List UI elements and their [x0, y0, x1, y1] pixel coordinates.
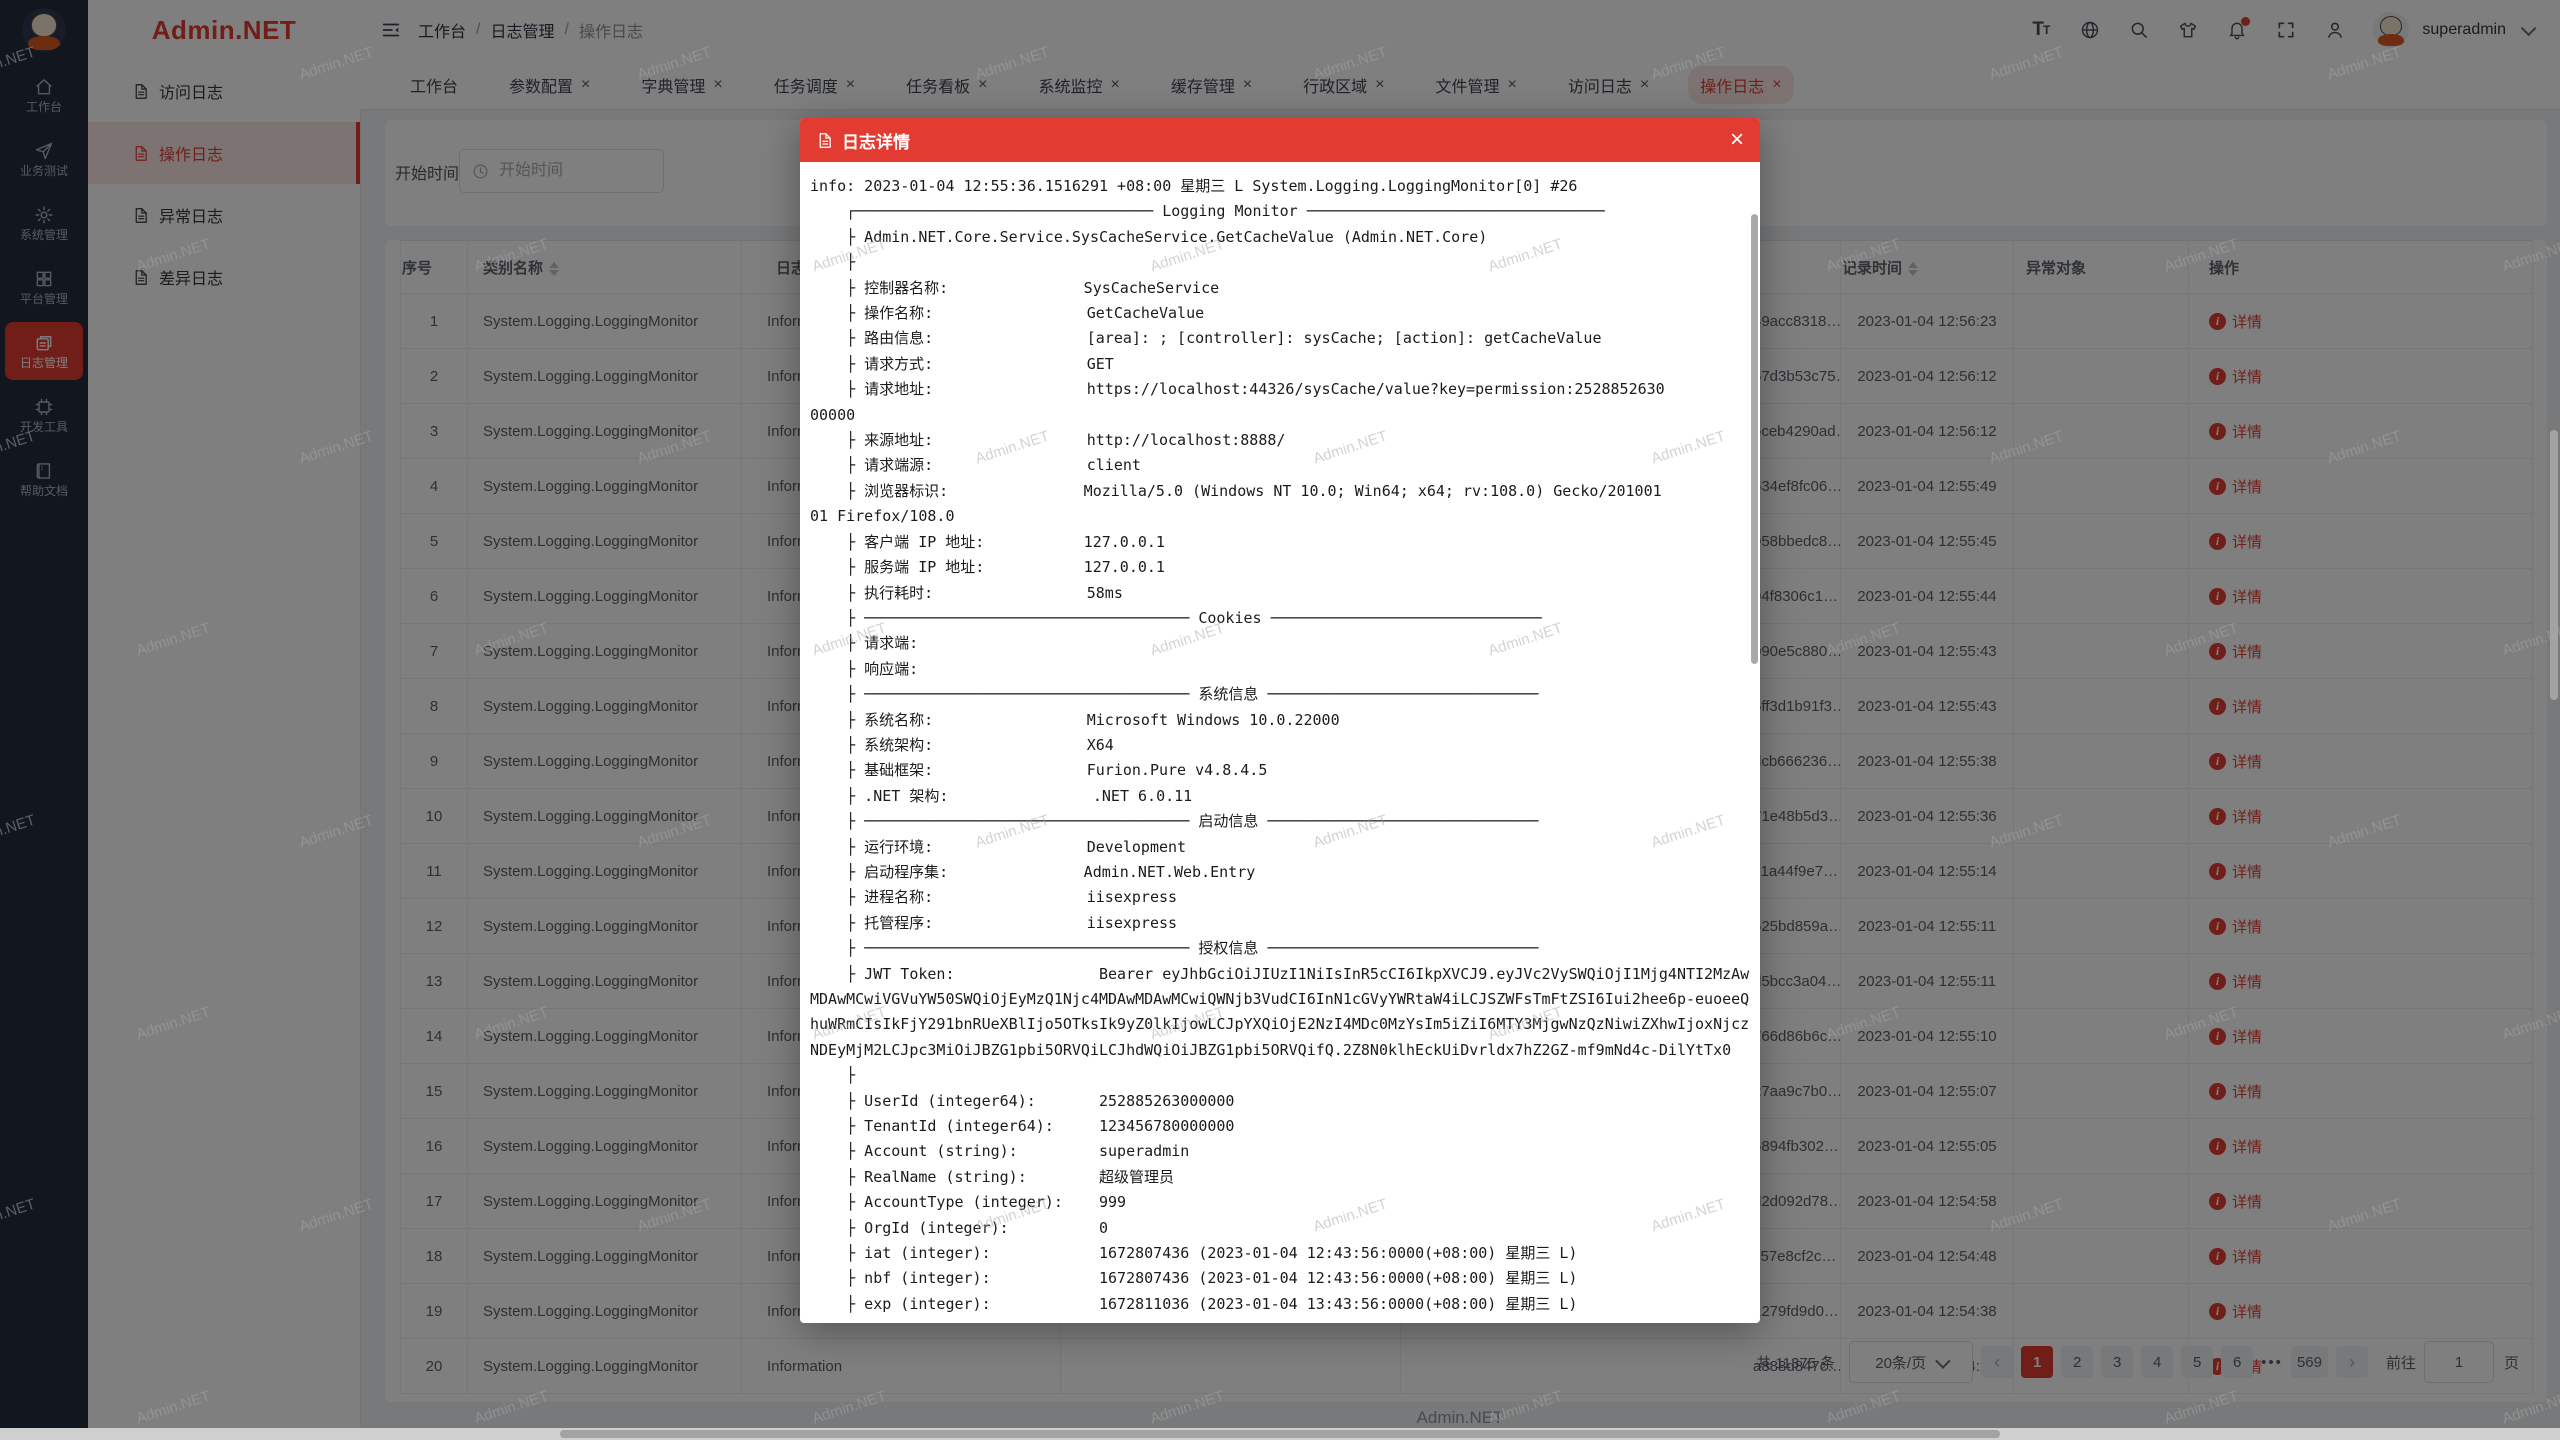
close-icon[interactable]: × [1730, 130, 1744, 150]
vertical-scrollbar-thumb[interactable] [2550, 430, 2558, 700]
modal-title: 日志详情 [842, 128, 910, 153]
modal-body: info: 2023-01-04 12:55:36.1516291 +08:00… [800, 162, 1760, 1323]
modal-scrollbar-thumb[interactable] [1751, 214, 1758, 664]
horizontal-scrollbar-thumb[interactable] [560, 1430, 2000, 1438]
log-detail-text: info: 2023-01-04 12:55:36.1516291 +08:00… [810, 174, 1750, 1317]
modal-header: 日志详情 × [800, 118, 1760, 162]
document-icon [816, 132, 833, 149]
log-detail-modal: 日志详情 × info: 2023-01-04 12:55:36.1516291… [800, 118, 1760, 1323]
page: 工作台 业务测试 系统管理 平台管理 日志管理 开发工具 帮助文档 Admin.… [0, 0, 2560, 1440]
horizontal-scrollbar[interactable] [0, 1428, 2560, 1440]
